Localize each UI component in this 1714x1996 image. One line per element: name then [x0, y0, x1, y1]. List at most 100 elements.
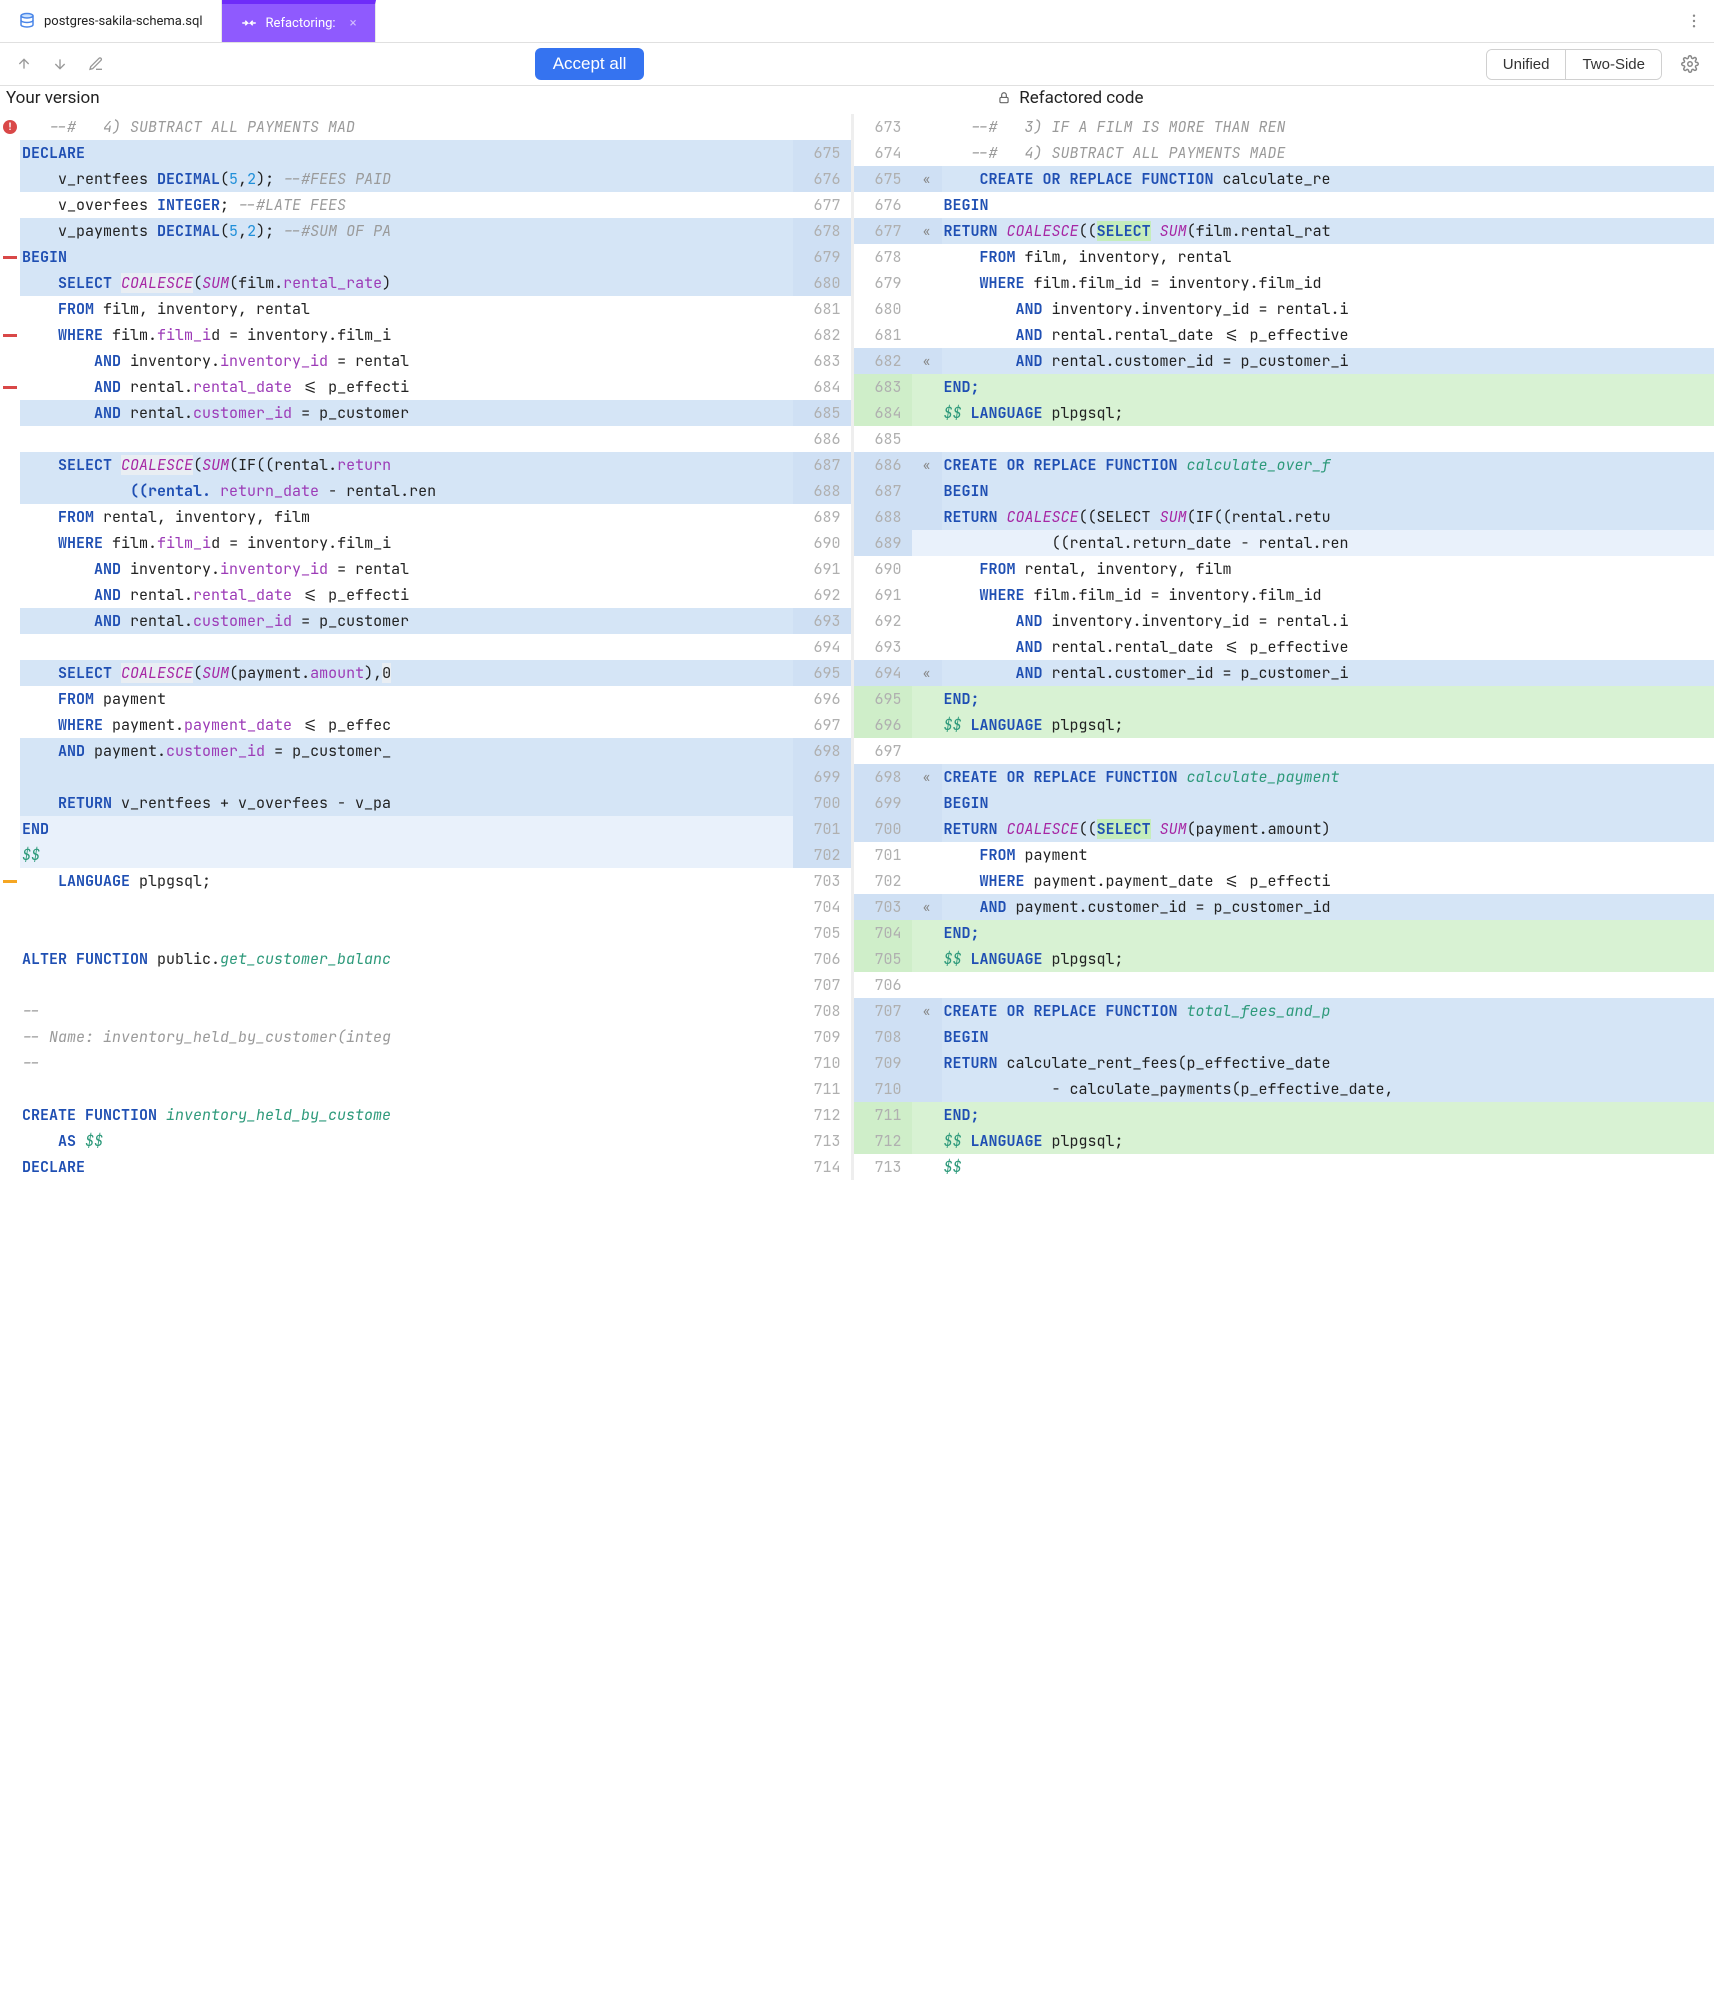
- right-code[interactable]: END;: [942, 686, 1714, 712]
- left-code[interactable]: WHERE film.film_id = inventory.film_i: [20, 530, 793, 556]
- right-code[interactable]: END;: [942, 920, 1714, 946]
- right-code[interactable]: $$ LANGUAGE plpgsql;: [942, 712, 1714, 738]
- left-code[interactable]: AND rental.rental_date <= p_effecti: [20, 374, 793, 400]
- left-code[interactable]: [20, 764, 793, 790]
- apply-chunk-icon[interactable]: «: [912, 660, 942, 686]
- left-code[interactable]: [20, 426, 793, 452]
- right-code[interactable]: RETURN calculate_rent_fees(p_effective_d…: [942, 1050, 1714, 1076]
- left-code[interactable]: RETURN v_rentfees + v_overfees - v_pa: [20, 790, 793, 816]
- apply-chunk-icon[interactable]: «: [912, 166, 942, 192]
- right-code[interactable]: - calculate_payments(p_effective_date,: [942, 1076, 1714, 1102]
- left-code[interactable]: $$: [20, 842, 793, 868]
- unified-button[interactable]: Unified: [1487, 50, 1566, 79]
- right-code[interactable]: CREATE OR REPLACE FUNCTION calculate_pay…: [942, 764, 1714, 790]
- right-code[interactable]: $$: [942, 1154, 1714, 1180]
- right-code[interactable]: AND rental.customer_id = p_customer_i: [942, 348, 1714, 374]
- left-code[interactable]: AND payment.customer_id = p_customer_: [20, 738, 793, 764]
- left-code[interactable]: LANGUAGE plpgsql;: [20, 868, 793, 894]
- left-code[interactable]: -- Name: inventory_held_by_customer(inte…: [20, 1024, 793, 1050]
- right-code[interactable]: BEGIN: [942, 192, 1714, 218]
- tab-refactoring[interactable]: Refactoring: ×: [222, 0, 376, 42]
- gear-icon[interactable]: [1676, 50, 1704, 78]
- right-code[interactable]: AND rental.rental_date <= p_effective: [942, 322, 1714, 348]
- right-code[interactable]: FROM rental, inventory, film: [942, 556, 1714, 582]
- apply-chunk-icon[interactable]: «: [912, 348, 942, 374]
- left-code[interactable]: [20, 972, 793, 998]
- left-code[interactable]: END: [20, 816, 793, 842]
- tab-file[interactable]: postgres-sakila-schema.sql: [0, 0, 222, 42]
- left-code[interactable]: SELECT COALESCE(SUM(IF((rental.return: [20, 452, 793, 478]
- right-code[interactable]: FROM film, inventory, rental: [942, 244, 1714, 270]
- right-code[interactable]: BEGIN: [942, 1024, 1714, 1050]
- left-code[interactable]: ((rental. return_date - rental.ren: [20, 478, 793, 504]
- left-code[interactable]: AND inventory.inventory_id = rental: [20, 556, 793, 582]
- right-code[interactable]: CREATE OR REPLACE FUNCTION total_fees_an…: [942, 998, 1714, 1024]
- right-code[interactable]: AND inventory.inventory_id = rental.i: [942, 608, 1714, 634]
- right-code[interactable]: [942, 426, 1714, 452]
- left-code[interactable]: FROM film, inventory, rental: [20, 296, 793, 322]
- left-code[interactable]: --: [20, 1050, 793, 1076]
- left-code[interactable]: AS $$: [20, 1128, 793, 1154]
- left-code[interactable]: [20, 634, 793, 660]
- accept-all-button[interactable]: Accept all: [535, 48, 645, 80]
- right-code[interactable]: AND rental.customer_id = p_customer_i: [942, 660, 1714, 686]
- next-diff-icon[interactable]: [46, 50, 74, 78]
- right-code[interactable]: [942, 972, 1714, 998]
- right-code[interactable]: AND payment.customer_id = p_customer_id: [942, 894, 1714, 920]
- right-code[interactable]: AND inventory.inventory_id = rental.i: [942, 296, 1714, 322]
- left-code[interactable]: SELECT COALESCE(SUM(film.rental_rate): [20, 270, 793, 296]
- left-code[interactable]: AND rental.customer_id = p_customer: [20, 608, 793, 634]
- right-code[interactable]: AND rental.rental_date <= p_effective: [942, 634, 1714, 660]
- left-code[interactable]: FROM payment: [20, 686, 793, 712]
- left-code[interactable]: --: [20, 998, 793, 1024]
- right-code[interactable]: WHERE film.film_id = inventory.film_id: [942, 270, 1714, 296]
- left-code[interactable]: ALTER FUNCTION public.get_customer_balan…: [20, 946, 793, 972]
- right-code[interactable]: CREATE OR REPLACE FUNCTION calculate_re: [942, 166, 1714, 192]
- left-code[interactable]: --# 4) SUBTRACT ALL PAYMENTS MAD: [20, 114, 793, 140]
- right-code[interactable]: RETURN COALESCE((SELECT SUM(payment.amou…: [942, 816, 1714, 842]
- right-code[interactable]: RETURN COALESCE((SELECT SUM(film.rental_…: [942, 218, 1714, 244]
- left-code[interactable]: AND rental.rental_date <= p_effecti: [20, 582, 793, 608]
- left-code[interactable]: v_rentfees DECIMAL(5,2); --#FEES PAID: [20, 166, 793, 192]
- left-code[interactable]: v_overfees INTEGER; --#LATE FEES: [20, 192, 793, 218]
- diff-viewer[interactable]: ! --# 4) SUBTRACT ALL PAYMENTS MAD673 --…: [0, 114, 1714, 1180]
- right-code[interactable]: $$ LANGUAGE plpgsql;: [942, 1128, 1714, 1154]
- left-code[interactable]: DECLARE: [20, 140, 793, 166]
- two-side-button[interactable]: Two-Side: [1565, 50, 1661, 79]
- apply-chunk-icon[interactable]: «: [912, 218, 942, 244]
- left-code[interactable]: FROM rental, inventory, film: [20, 504, 793, 530]
- prev-diff-icon[interactable]: [10, 50, 38, 78]
- left-code[interactable]: WHERE film.film_id = inventory.film_i: [20, 322, 793, 348]
- right-code[interactable]: --# 4) SUBTRACT ALL PAYMENTS MADE: [942, 140, 1714, 166]
- right-code[interactable]: RETURN COALESCE((SELECT SUM(IF((rental.r…: [942, 504, 1714, 530]
- right-code[interactable]: WHERE film.film_id = inventory.film_id: [942, 582, 1714, 608]
- left-code[interactable]: [20, 1076, 793, 1102]
- left-code[interactable]: v_payments DECIMAL(5,2); --#SUM OF PA: [20, 218, 793, 244]
- right-code[interactable]: [942, 738, 1714, 764]
- left-code[interactable]: BEGIN: [20, 244, 793, 270]
- right-code[interactable]: END;: [942, 1102, 1714, 1128]
- right-code[interactable]: FROM payment: [942, 842, 1714, 868]
- right-code[interactable]: BEGIN: [942, 478, 1714, 504]
- left-code[interactable]: [20, 894, 793, 920]
- right-code[interactable]: BEGIN: [942, 790, 1714, 816]
- apply-chunk-icon[interactable]: «: [912, 452, 942, 478]
- right-code[interactable]: CREATE OR REPLACE FUNCTION calculate_ove…: [942, 452, 1714, 478]
- right-code[interactable]: END;: [942, 374, 1714, 400]
- close-icon[interactable]: ×: [350, 16, 357, 31]
- right-code[interactable]: $$ LANGUAGE plpgsql;: [942, 946, 1714, 972]
- left-code[interactable]: SELECT COALESCE(SUM(payment.amount),0: [20, 660, 793, 686]
- apply-chunk-icon[interactable]: «: [912, 998, 942, 1024]
- left-code[interactable]: AND inventory.inventory_id = rental: [20, 348, 793, 374]
- apply-chunk-icon[interactable]: «: [912, 894, 942, 920]
- left-code[interactable]: [20, 920, 793, 946]
- left-code[interactable]: WHERE payment.payment_date <= p_effec: [20, 712, 793, 738]
- left-code[interactable]: AND rental.customer_id = p_customer: [20, 400, 793, 426]
- kebab-menu-icon[interactable]: [1674, 0, 1714, 42]
- left-code[interactable]: CREATE FUNCTION inventory_held_by_custom…: [20, 1102, 793, 1128]
- apply-chunk-icon[interactable]: «: [912, 764, 942, 790]
- edit-icon[interactable]: [82, 50, 110, 78]
- left-code[interactable]: DECLARE: [20, 1154, 793, 1180]
- right-code[interactable]: --# 3) IF A FILM IS MORE THAN REN: [942, 114, 1714, 140]
- right-code[interactable]: $$ LANGUAGE plpgsql;: [942, 400, 1714, 426]
